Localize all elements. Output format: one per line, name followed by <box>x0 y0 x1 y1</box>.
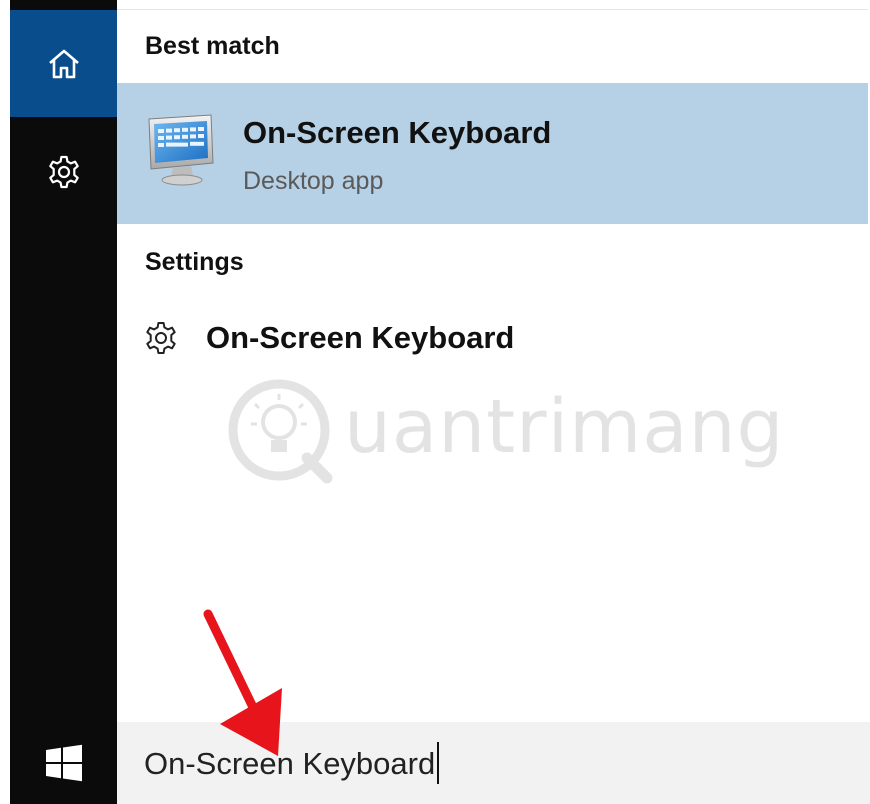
start-rail <box>0 0 117 804</box>
home-icon <box>48 49 79 78</box>
text-caret <box>437 742 439 784</box>
settings-heading: Settings <box>145 248 244 276</box>
gear-icon <box>48 155 79 189</box>
settings-result-label: On-Screen Keyboard <box>206 320 515 355</box>
monitor-keyboard-icon <box>148 114 214 186</box>
settings-result-on-screen-keyboard[interactable]: On-Screen Keyboard <box>117 300 870 380</box>
red-arrow-annotation <box>203 609 282 756</box>
settings-button[interactable] <box>10 124 117 220</box>
best-match-subtitle: Desktop app <box>243 167 384 195</box>
divider <box>117 9 870 10</box>
watermark: uantrimang <box>209 370 809 490</box>
best-match-result[interactable]: On-Screen Keyboard Desktop app <box>117 83 870 224</box>
home-button[interactable] <box>10 10 117 117</box>
start-button[interactable] <box>10 722 117 804</box>
gear-icon <box>146 322 176 354</box>
windows-logo-icon <box>45 744 82 782</box>
best-match-title: On-Screen Keyboard <box>243 115 552 150</box>
watermark-text: uantrimang <box>344 384 785 470</box>
lightbulb-logo-icon <box>228 379 333 484</box>
rail-edge <box>0 0 10 804</box>
start-search-panel: Best match On-Screen Keyboard Desktop ap… <box>0 0 870 804</box>
best-match-heading: Best match <box>145 32 280 60</box>
